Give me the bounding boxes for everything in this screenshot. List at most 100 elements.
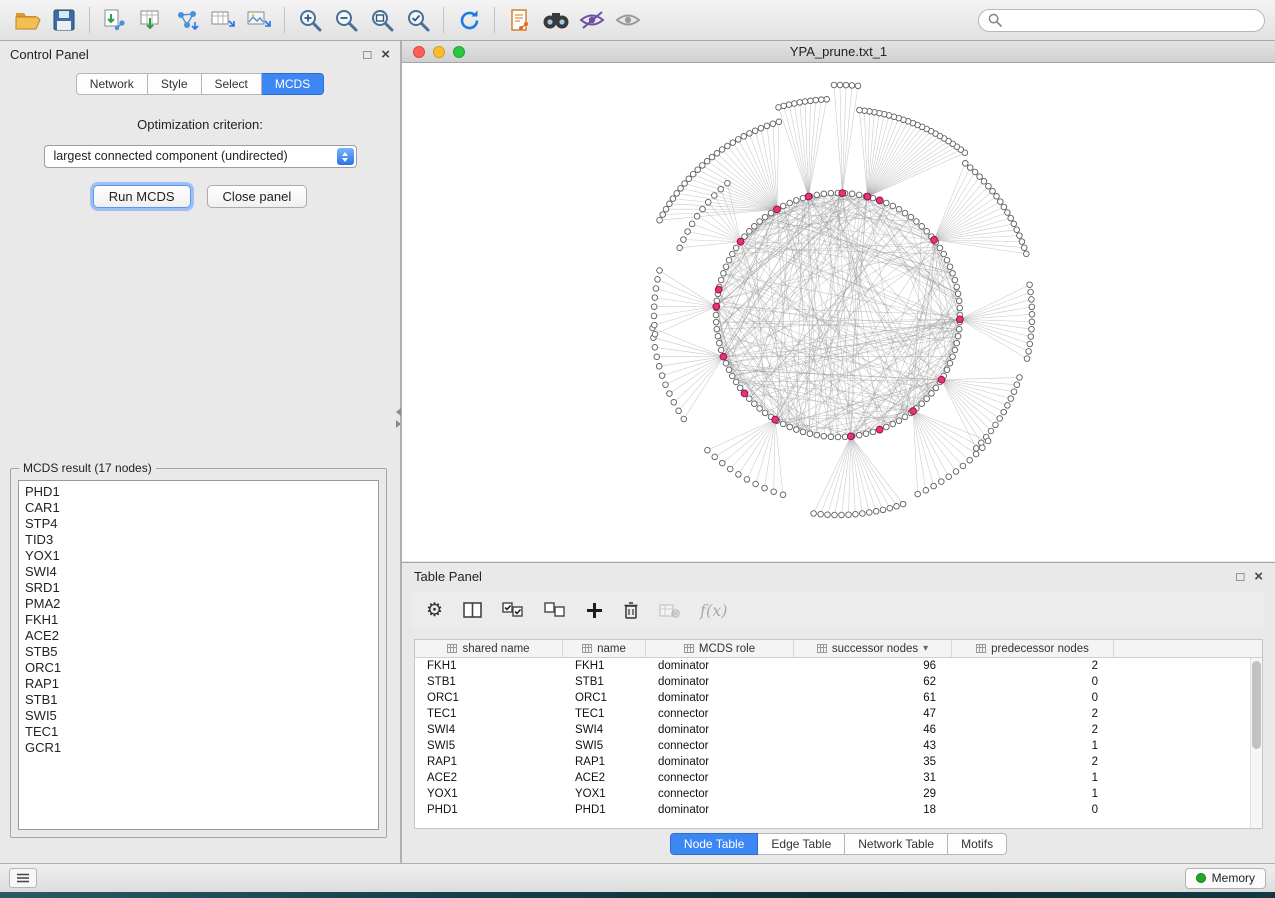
memory-button[interactable]: Memory — [1185, 868, 1266, 889]
table-row[interactable]: ACE2ACE2connector311 — [415, 770, 1250, 786]
mcds-result-item[interactable]: YOX1 — [19, 548, 378, 564]
network-window-titlebar[interactable]: YPA_prune.txt_1 — [402, 41, 1275, 63]
share-document-button[interactable] — [502, 4, 538, 36]
mcds-result-item[interactable]: PHD1 — [19, 484, 378, 500]
splitter-collapse-arrows[interactable] — [396, 408, 401, 428]
status-menu-button[interactable] — [9, 868, 37, 888]
mcds-result-item[interactable]: STB1 — [19, 692, 378, 708]
table-row[interactable]: SWI4SWI4dominator462 — [415, 722, 1250, 738]
collapse-left-icon[interactable] — [396, 408, 401, 416]
settings-gear-icon[interactable]: ⚙ — [426, 601, 443, 620]
mcds-result-list[interactable]: PHD1CAR1STP4TID3YOX1SWI4SRD1PMA2FKH1ACE2… — [18, 480, 379, 830]
mcds-result-item[interactable]: TID3 — [19, 532, 378, 548]
show-all-button[interactable] — [610, 4, 646, 36]
mcds-result-item[interactable]: CAR1 — [19, 500, 378, 516]
network-canvas[interactable] — [402, 63, 1275, 561]
close-panel-button[interactable]: Close panel — [207, 185, 308, 208]
import-table-icon — [138, 9, 164, 31]
import-table-button[interactable] — [133, 4, 169, 36]
table-row[interactable]: TEC1TEC1connector472 — [415, 706, 1250, 722]
tab-node-table[interactable]: Node Table — [670, 833, 759, 855]
deselect-all-checkbox-icon[interactable] — [544, 602, 566, 618]
tab-style[interactable]: Style — [148, 73, 202, 95]
mcds-result-item[interactable]: SWI4 — [19, 564, 378, 580]
mcds-result-item[interactable]: RAP1 — [19, 676, 378, 692]
column-header-MCDS-role[interactable]: MCDS role — [646, 640, 794, 657]
mcds-result-item[interactable]: GCR1 — [19, 740, 378, 756]
select-all-checkbox-icon[interactable] — [502, 602, 524, 618]
refresh-view-button[interactable] — [451, 4, 487, 36]
mcds-result-item[interactable]: PMA2 — [19, 596, 378, 612]
refresh-icon — [457, 8, 482, 33]
mcds-result-item[interactable]: TEC1 — [19, 724, 378, 740]
global-search[interactable] — [978, 9, 1265, 32]
column-header-shared-name[interactable]: shared name — [415, 640, 563, 657]
float-panel-icon[interactable]: □ — [363, 48, 371, 61]
table-row[interactable]: PHD1PHD1dominator180 — [415, 802, 1250, 818]
tab-motifs[interactable]: Motifs — [948, 833, 1007, 855]
close-panel-icon[interactable]: × — [1254, 569, 1263, 584]
desktop-wallpaper-strip — [0, 892, 1275, 898]
new-network-button[interactable] — [169, 4, 205, 36]
delete-table-icon-disabled — [659, 603, 680, 618]
zoom-in-button[interactable] — [292, 4, 328, 36]
table-row[interactable]: YOX1YOX1connector291 — [415, 786, 1250, 802]
sort-caret-icon[interactable]: ▾ — [923, 643, 928, 654]
mcds-result-item[interactable]: STP4 — [19, 516, 378, 532]
table-cell: TEC1 — [415, 708, 563, 720]
new-table-button[interactable] — [205, 4, 241, 36]
table-cell: ORC1 — [415, 692, 563, 704]
mcds-result-item[interactable]: SRD1 — [19, 580, 378, 596]
table-row[interactable]: FKH1FKH1dominator962 — [415, 658, 1250, 674]
node-table-header: shared name name MCDS role successor nodes ▾… — [415, 640, 1262, 658]
collapse-right-icon[interactable] — [396, 420, 401, 428]
close-panel-icon[interactable]: × — [381, 47, 390, 62]
tab-mcds[interactable]: MCDS — [262, 73, 324, 95]
export-image-button[interactable] — [241, 4, 277, 36]
zoom-out-button[interactable] — [328, 4, 364, 36]
table-scrollbar[interactable] — [1250, 658, 1262, 828]
search-binoculars-button[interactable] — [538, 4, 574, 36]
column-header-predecessor-nodes[interactable]: predecessor nodes — [952, 640, 1114, 657]
save-session-button[interactable] — [46, 4, 82, 36]
search-icon — [988, 13, 1002, 27]
open-session-button[interactable] — [10, 4, 46, 36]
table-cell: 96 — [794, 660, 952, 672]
table-row[interactable]: SWI5SWI5connector431 — [415, 738, 1250, 754]
column-header-label: name — [597, 643, 626, 655]
window-maximize-icon[interactable] — [453, 46, 465, 58]
criterion-dropdown[interactable]: largest connected component (undirected) — [44, 145, 357, 168]
tab-select[interactable]: Select — [202, 73, 262, 95]
table-cell: connector — [646, 708, 794, 720]
zoom-fit-button[interactable] — [364, 4, 400, 36]
mcds-buttons-row: Run MCDS Close panel — [0, 185, 400, 208]
import-network-button[interactable] — [97, 4, 133, 36]
delete-column-trash-icon[interactable] — [623, 601, 639, 619]
table-scrollbar-thumb[interactable] — [1252, 661, 1261, 749]
window-minimize-icon[interactable] — [433, 46, 445, 58]
mcds-result-item[interactable]: FKH1 — [19, 612, 378, 628]
run-mcds-button[interactable]: Run MCDS — [93, 185, 191, 208]
table-row[interactable]: STB1STB1dominator620 — [415, 674, 1250, 690]
table-row[interactable]: RAP1RAP1dominator352 — [415, 754, 1250, 770]
column-header-successor-nodes[interactable]: successor nodes ▾ — [794, 640, 952, 657]
hide-selected-button[interactable] — [574, 4, 610, 36]
add-column-icon[interactable] — [586, 602, 603, 619]
show-columns-icon[interactable] — [463, 602, 482, 618]
mcds-result-item[interactable]: ORC1 — [19, 660, 378, 676]
column-header-label: successor nodes — [832, 643, 918, 655]
float-panel-icon[interactable]: □ — [1236, 570, 1244, 583]
search-input[interactable] — [1008, 12, 1255, 28]
column-header-name[interactable]: name — [563, 640, 646, 657]
mcds-result-item[interactable]: ACE2 — [19, 628, 378, 644]
table-cell: STB1 — [415, 676, 563, 688]
mcds-result-item[interactable]: STB5 — [19, 644, 378, 660]
zoom-selected-button[interactable] — [400, 4, 436, 36]
window-close-icon[interactable] — [413, 46, 425, 58]
column-header-label: predecessor nodes — [991, 643, 1089, 655]
tab-network-table[interactable]: Network Table — [845, 833, 948, 855]
mcds-result-item[interactable]: SWI5 — [19, 708, 378, 724]
table-row[interactable]: ORC1ORC1dominator610 — [415, 690, 1250, 706]
tab-edge-table[interactable]: Edge Table — [758, 833, 845, 855]
tab-network[interactable]: Network — [76, 73, 148, 95]
